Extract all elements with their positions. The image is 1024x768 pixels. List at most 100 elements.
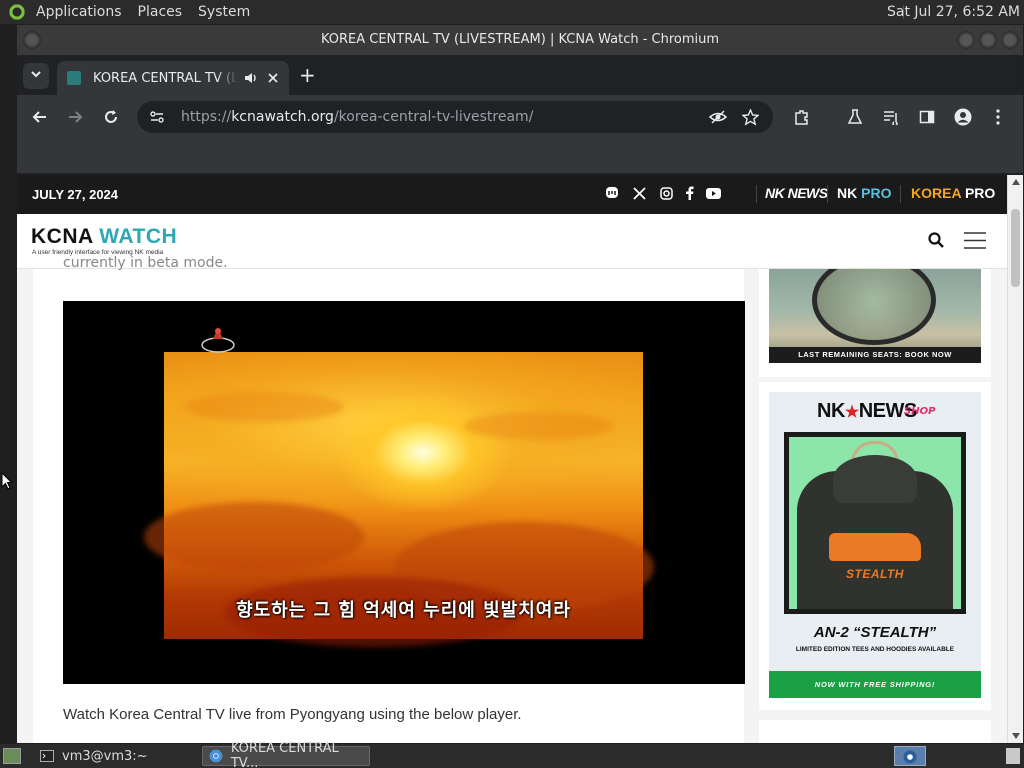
reload-icon — [105, 110, 117, 123]
eye-off-icon[interactable] — [707, 106, 729, 128]
minimize-button[interactable] — [957, 31, 975, 49]
topbar-separator — [827, 185, 828, 203]
nkpro-b: PRO — [861, 185, 892, 201]
speaker-icon[interactable] — [244, 71, 258, 85]
browser-window: KOREA CENTRAL TV (LIVESTREAM) | KCNA Wat… — [17, 25, 1023, 743]
hamburger-menu-icon[interactable] — [964, 232, 986, 253]
distro-logo-icon[interactable] — [8, 3, 26, 21]
nk-shop-ad[interactable]: NK★NEWS SHOP STEALTH AN-2 “STEALTH” LIMI… — [769, 392, 981, 698]
video-player[interactable]: 향도하는 그 힘 억세여 누리에 빛발치여라 — [63, 301, 745, 684]
url-host: kcnawatch.org — [231, 109, 334, 125]
chromium-icon — [903, 750, 917, 764]
address-bar[interactable]: https://kcnawatch.org/korea-central-tv-l… — [137, 101, 773, 133]
site-date: JULY 27, 2024 — [32, 187, 119, 202]
video-subtitle: 향도하는 그 힘 억세여 누리에 빛발치여라 — [236, 600, 571, 621]
nk-logo-a: NK — [817, 400, 845, 422]
flask-icon — [847, 109, 863, 124]
media-controls-button[interactable] — [880, 106, 902, 128]
star-icon — [741, 108, 759, 126]
system-menu[interactable]: System — [190, 0, 258, 24]
tab-title: KOREA CENTRAL TV (LIVESTREAM) | KCNA Wat… — [93, 70, 238, 86]
close-window-button[interactable] — [1001, 31, 1019, 49]
reload-button[interactable] — [100, 106, 122, 128]
seats-ad[interactable]: LAST REMAINING SEATS: BOOK NOW — [769, 269, 981, 363]
tab-active[interactable]: KOREA CENTRAL TV (LIVESTREAM) | KCNA Wat… — [57, 61, 289, 95]
sidebar-ad-card-1: LAST REMAINING SEATS: BOOK NOW — [759, 269, 991, 377]
labs-button[interactable] — [844, 106, 866, 128]
nk-logo-star: ★ — [844, 404, 859, 421]
scroll-down-icon[interactable] — [1012, 733, 1020, 739]
side-panel-button[interactable] — [916, 106, 938, 128]
scrollbar-thumb[interactable] — [1011, 209, 1020, 287]
hoodie-print-text: STEALTH — [846, 567, 904, 581]
taskbar-item-chromium[interactable]: KOREA CENTRAL TV... — [202, 741, 370, 768]
kctv-emblem-icon — [201, 327, 235, 353]
search-icon[interactable] — [928, 232, 944, 252]
nknews-shop-logo: NK★NEWS — [817, 400, 917, 423]
facebook-icon[interactable] — [681, 185, 697, 201]
koreapro-link[interactable]: KOREA PRO — [911, 185, 995, 201]
arrow-right-icon — [69, 111, 83, 123]
free-shipping-band: NOW WITH FREE SHIPPING! — [769, 671, 981, 698]
back-button[interactable] — [29, 106, 51, 128]
hood-graphic — [833, 455, 917, 503]
panel-clock[interactable]: Sat Jul 27, 6:52 AM — [887, 0, 1020, 24]
kcna-watch-logo[interactable]: KCNA WATCH — [31, 225, 177, 249]
extensions-button[interactable] — [790, 106, 812, 128]
show-desktop-icon[interactable] — [3, 748, 21, 764]
nknews-link[interactable]: NK NEWS — [765, 185, 828, 201]
forward-button[interactable] — [64, 106, 86, 128]
topbar-separator — [756, 185, 757, 203]
site-info-icon[interactable] — [149, 109, 165, 125]
plane-graphic — [829, 533, 921, 561]
scroll-up-icon[interactable] — [1012, 179, 1020, 185]
taskbar-item-label: vm3@vm3:~ — [62, 748, 148, 764]
x-icon[interactable] — [631, 185, 647, 201]
seats-band: LAST REMAINING SEATS: BOOK NOW — [769, 347, 981, 363]
window-menu-icon[interactable] — [23, 31, 41, 49]
page-viewport: JULY 27, 2024 NK NEWS NK PRO KOREA PRO K… — [17, 175, 1007, 743]
sidebar-card-3 — [759, 720, 991, 743]
window-titlebar[interactable]: KOREA CENTRAL TV (LIVESTREAM) | KCNA Wat… — [17, 25, 1023, 55]
kebab-menu-button[interactable] — [987, 106, 1009, 128]
top-panel: Applications Places System Sat Jul 27, 6… — [0, 0, 1024, 24]
workspace-switcher[interactable] — [894, 746, 926, 766]
terminal-icon — [40, 750, 54, 762]
maximize-button[interactable] — [979, 31, 997, 49]
ad-title: AN-2 “STEALTH” — [813, 624, 937, 641]
puzzle-icon — [794, 109, 808, 125]
nkpro-link[interactable]: NK PRO — [837, 185, 891, 201]
window-title: KOREA CENTRAL TV (LIVESTREAM) | KCNA Wat… — [320, 32, 720, 47]
koreapro-a: KOREA — [911, 185, 965, 201]
places-menu[interactable]: Places — [130, 0, 191, 24]
taskbar-item-terminal[interactable]: vm3@vm3:~ — [34, 746, 198, 766]
topbar-separator — [900, 185, 901, 203]
mastodon-icon[interactable] — [604, 185, 620, 201]
article-body-text: Watch Korea Central TV live from Pyongya… — [63, 706, 522, 723]
new-tab-button[interactable]: + — [299, 65, 316, 85]
page-scrollbar[interactable] — [1007, 175, 1023, 743]
applications-menu[interactable]: Applications — [28, 0, 130, 24]
profile-button[interactable] — [952, 106, 974, 128]
koreapro-b: PRO — [964, 185, 996, 201]
tab-search-button[interactable] — [23, 63, 49, 89]
arrow-left-icon — [32, 111, 46, 123]
instagram-icon[interactable] — [658, 185, 674, 201]
shop-label: SHOP — [904, 406, 936, 417]
more-vert-icon — [996, 109, 1000, 125]
sidebar-ad-card-2: NK★NEWS SHOP STEALTH AN-2 “STEALTH” LIMI… — [759, 382, 991, 710]
article-partial-text: currently in beta mode. — [63, 255, 228, 271]
trash-icon[interactable] — [1006, 748, 1020, 764]
article-card: currently in beta mode. 향도하는 그 힘 억세여 누리에… — [33, 255, 745, 743]
taskbar-item-label: KOREA CENTRAL TV... — [230, 741, 339, 768]
avatar-icon — [954, 108, 972, 126]
logo-part-b: WATCH — [99, 225, 178, 248]
bookmark-star-button[interactable] — [739, 106, 761, 128]
media-queue-icon — [884, 111, 898, 125]
browser-toolbar: https://kcnawatch.org/korea-central-tv-l… — [17, 95, 1023, 139]
hoodie-photo: STEALTH — [784, 432, 966, 614]
scope-graphic-icon — [812, 269, 936, 345]
youtube-icon[interactable] — [705, 185, 721, 201]
close-icon[interactable] — [268, 73, 278, 83]
bookmark-bar — [17, 139, 1023, 173]
